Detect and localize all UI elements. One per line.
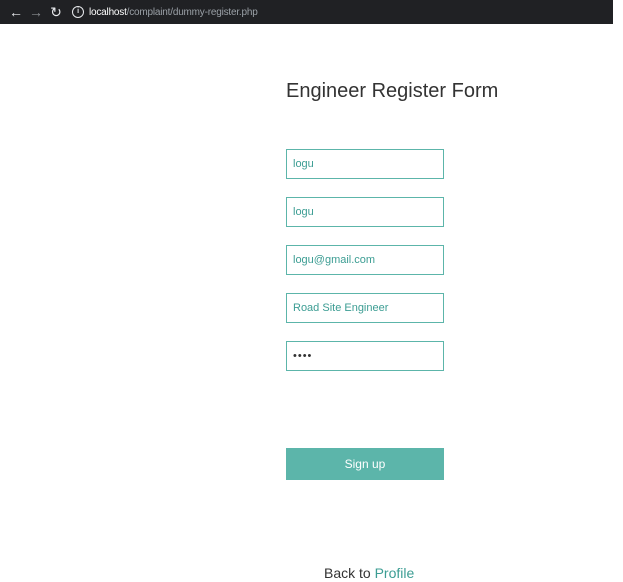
reload-icon[interactable]: ↻ bbox=[46, 2, 66, 22]
back-arrow-icon[interactable]: ← bbox=[6, 2, 26, 22]
back-to-profile: Back to Profile bbox=[324, 565, 414, 581]
address-bar[interactable]: i localhost /complaint/dummy-register.ph… bbox=[72, 6, 258, 18]
first-name-field[interactable] bbox=[286, 149, 444, 179]
url-path: /complaint/dummy-register.php bbox=[126, 6, 258, 18]
forward-arrow-icon[interactable]: → bbox=[26, 2, 46, 22]
email-field[interactable] bbox=[286, 245, 444, 275]
back-prefix-text: Back to bbox=[324, 565, 375, 581]
last-name-field[interactable] bbox=[286, 197, 444, 227]
info-icon[interactable]: i bbox=[72, 6, 84, 18]
password-field[interactable] bbox=[286, 341, 444, 371]
designation-field[interactable] bbox=[286, 293, 444, 323]
page-title: Engineer Register Form bbox=[286, 80, 499, 102]
profile-link[interactable]: Profile bbox=[375, 565, 415, 581]
sign-up-button[interactable]: Sign up bbox=[286, 448, 444, 480]
url-host: localhost bbox=[89, 6, 127, 18]
browser-toolbar: ← → ↻ i localhost /complaint/dummy-regis… bbox=[0, 0, 613, 24]
